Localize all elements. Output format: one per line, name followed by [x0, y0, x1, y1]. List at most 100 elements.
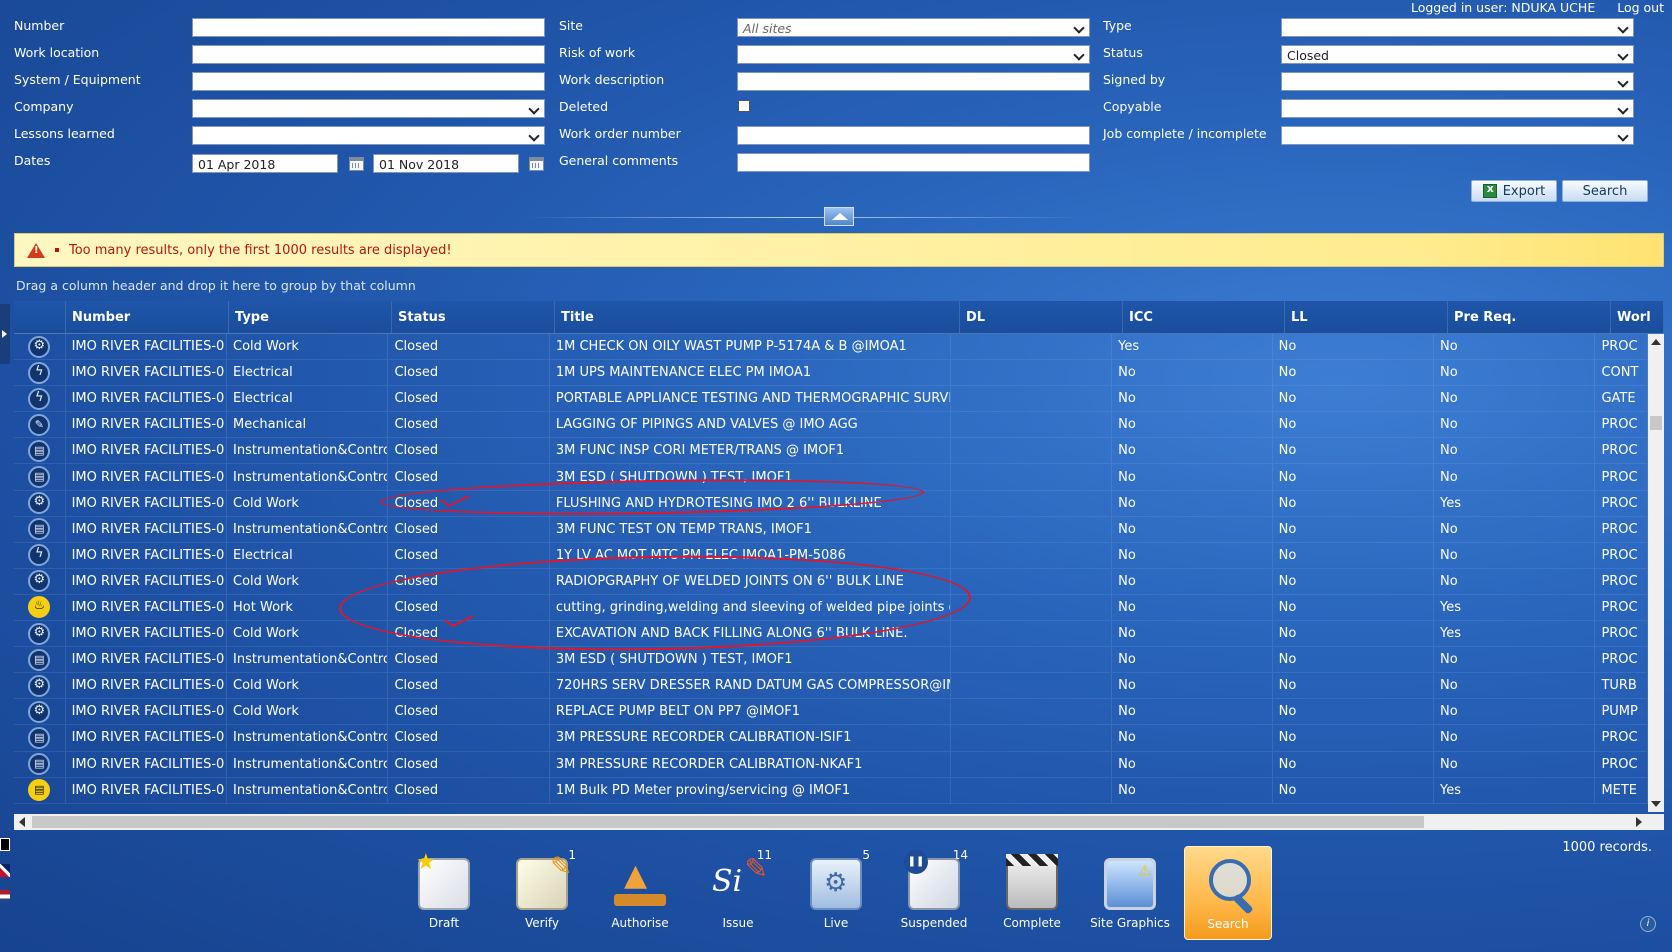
signed-by-select[interactable]	[1281, 72, 1634, 91]
row-type-icon-cell[interactable]	[14, 725, 66, 751]
copyable-label: Copyable	[1103, 99, 1162, 114]
info-icon[interactable]: i	[1640, 916, 1656, 932]
scroll-up-icon[interactable]	[1651, 339, 1661, 345]
table-row[interactable]: IMO RIVER FACILITIES-0Instrumentation&Co…	[14, 725, 1649, 752]
date-to-input[interactable]: 01 Nov 2018	[373, 154, 519, 173]
dock-suspended-button[interactable]: 14Suspended	[890, 846, 978, 940]
row-type-icon-cell[interactable]	[14, 751, 66, 777]
column-header-icon[interactable]	[14, 301, 66, 333]
row-type-icon-cell[interactable]	[14, 699, 66, 725]
wrench-icon	[28, 413, 51, 436]
lessons-learned-select[interactable]	[192, 126, 545, 145]
uk-flag-icon[interactable]	[0, 864, 10, 877]
general-comments-input[interactable]	[737, 153, 1090, 172]
language-flag-icon[interactable]	[0, 838, 10, 851]
work-location-input[interactable]	[192, 45, 545, 64]
row-type-icon-cell[interactable]	[14, 594, 66, 621]
cell-prereq: No	[1434, 542, 1596, 568]
scroll-thumb[interactable]	[32, 816, 1424, 828]
row-type-icon-cell[interactable]	[14, 621, 66, 647]
calendar-icon[interactable]	[349, 157, 364, 171]
dock-verify-button[interactable]: 1Verify	[498, 846, 586, 940]
search-button[interactable]: Search	[1562, 180, 1648, 202]
cell-status: Closed	[388, 516, 550, 542]
cell-dl	[951, 464, 1113, 490]
copyable-select[interactable]	[1281, 99, 1634, 118]
dock-complete-button[interactable]: Complete	[988, 846, 1076, 940]
row-type-icon-cell[interactable]	[14, 516, 66, 542]
column-header-work[interactable]: Worl	[1611, 301, 1664, 333]
row-type-icon-cell[interactable]	[14, 673, 66, 699]
company-select[interactable]	[192, 99, 545, 118]
cell-number: IMO RIVER FACILITIES-0	[66, 438, 228, 464]
cell-status: Closed	[388, 725, 550, 751]
column-header-title[interactable]: Title	[555, 301, 960, 333]
scroll-thumb[interactable]	[1650, 416, 1662, 430]
logout-link[interactable]: Log out	[1617, 0, 1664, 16]
row-type-icon-cell[interactable]	[14, 777, 66, 803]
dock-authorise-button[interactable]: Authorise	[596, 846, 684, 940]
site-select[interactable]: All sites	[737, 18, 1090, 37]
dock-issue-button[interactable]: 11Issue	[694, 846, 782, 940]
column-header-number[interactable]: Number	[66, 301, 229, 333]
column-header-type[interactable]: Type	[229, 301, 392, 333]
status-label: Status	[1103, 45, 1143, 60]
table-row[interactable]: IMO RIVER FACILITIES-0Instrumentation&Co…	[14, 777, 1649, 804]
annotation-tick	[444, 615, 474, 628]
row-type-icon-cell[interactable]	[14, 360, 66, 386]
table-row[interactable]: IMO RIVER FACILITIES-0Instrumentation&Co…	[14, 647, 1649, 674]
row-type-icon-cell[interactable]	[14, 647, 66, 673]
table-row[interactable]: IMO RIVER FACILITIES-0MechanicalClosedLA…	[14, 412, 1649, 439]
side-panel-toggle[interactable]	[0, 304, 10, 364]
system-equipment-input[interactable]	[192, 72, 545, 91]
cell-number: IMO RIVER FACILITIES-0	[66, 725, 228, 751]
scroll-down-icon[interactable]	[1651, 801, 1661, 807]
row-type-icon-cell[interactable]	[14, 464, 66, 490]
cell-prereq: No	[1434, 438, 1596, 464]
nl-flag-icon[interactable]	[0, 890, 10, 903]
table-row[interactable]: IMO RIVER FACILITIES-0ElectricalClosedPO…	[14, 386, 1649, 413]
column-header-status[interactable]: Status	[392, 301, 555, 333]
row-type-icon-cell[interactable]	[14, 412, 66, 438]
dock-draft-button[interactable]: Draft	[400, 846, 488, 940]
job-complete-select[interactable]	[1281, 126, 1634, 145]
dock-live-button[interactable]: 5 Live	[792, 846, 880, 940]
scroll-left-icon[interactable]	[19, 817, 25, 827]
export-button[interactable]: Export	[1471, 180, 1557, 202]
row-type-icon-cell[interactable]	[14, 490, 66, 516]
dock-site-graphics-button[interactable]: Site Graphics	[1086, 846, 1174, 940]
table-row[interactable]: IMO RIVER FACILITIES-0Cold WorkClosed1M …	[14, 334, 1649, 361]
column-header-ll[interactable]: LL	[1285, 301, 1448, 333]
collapse-filters-button[interactable]	[824, 207, 854, 226]
row-type-icon-cell[interactable]	[14, 334, 66, 360]
table-row[interactable]: IMO RIVER FACILITIES-0ElectricalClosed1M…	[14, 360, 1649, 387]
lessons-learned-label: Lessons learned	[14, 126, 115, 141]
date-from-input[interactable]: 01 Apr 2018	[192, 154, 338, 173]
row-type-icon-cell[interactable]	[14, 386, 66, 412]
scroll-right-icon[interactable]	[1636, 817, 1642, 827]
column-header-dl[interactable]: DL	[960, 301, 1123, 333]
table-row[interactable]: IMO RIVER FACILITIES-0Instrumentation&Co…	[14, 438, 1649, 465]
work-description-input[interactable]	[737, 72, 1090, 91]
row-type-icon-cell[interactable]	[14, 542, 66, 568]
type-select[interactable]	[1281, 18, 1634, 37]
status-select[interactable]: Closed	[1281, 45, 1634, 64]
row-type-icon-cell[interactable]	[14, 568, 66, 594]
column-header-prereq[interactable]: Pre Req.	[1448, 301, 1611, 333]
vertical-scrollbar[interactable]	[1648, 334, 1664, 812]
work-order-input[interactable]	[737, 126, 1090, 145]
column-header-icc[interactable]: ICC	[1123, 301, 1285, 333]
dock-search-button[interactable]: Search	[1184, 846, 1272, 940]
table-row[interactable]: IMO RIVER FACILITIES-0Cold WorkClosed720…	[14, 673, 1649, 700]
horizontal-scrollbar[interactable]	[14, 814, 1664, 830]
number-input[interactable]	[192, 18, 545, 37]
calendar-icon[interactable]	[529, 157, 544, 171]
deleted-checkbox[interactable]	[738, 100, 750, 112]
cell-prereq: No	[1434, 568, 1596, 594]
row-type-icon-cell[interactable]	[14, 438, 66, 464]
table-row[interactable]: IMO RIVER FACILITIES-0Instrumentation&Co…	[14, 751, 1649, 778]
risk-of-work-select[interactable]	[737, 45, 1090, 64]
table-row[interactable]: IMO RIVER FACILITIES-0Cold WorkClosedREP…	[14, 699, 1649, 726]
table-row[interactable]: IMO RIVER FACILITIES-0Instrumentation&Co…	[14, 516, 1649, 543]
cell-work: GATE	[1595, 386, 1649, 412]
